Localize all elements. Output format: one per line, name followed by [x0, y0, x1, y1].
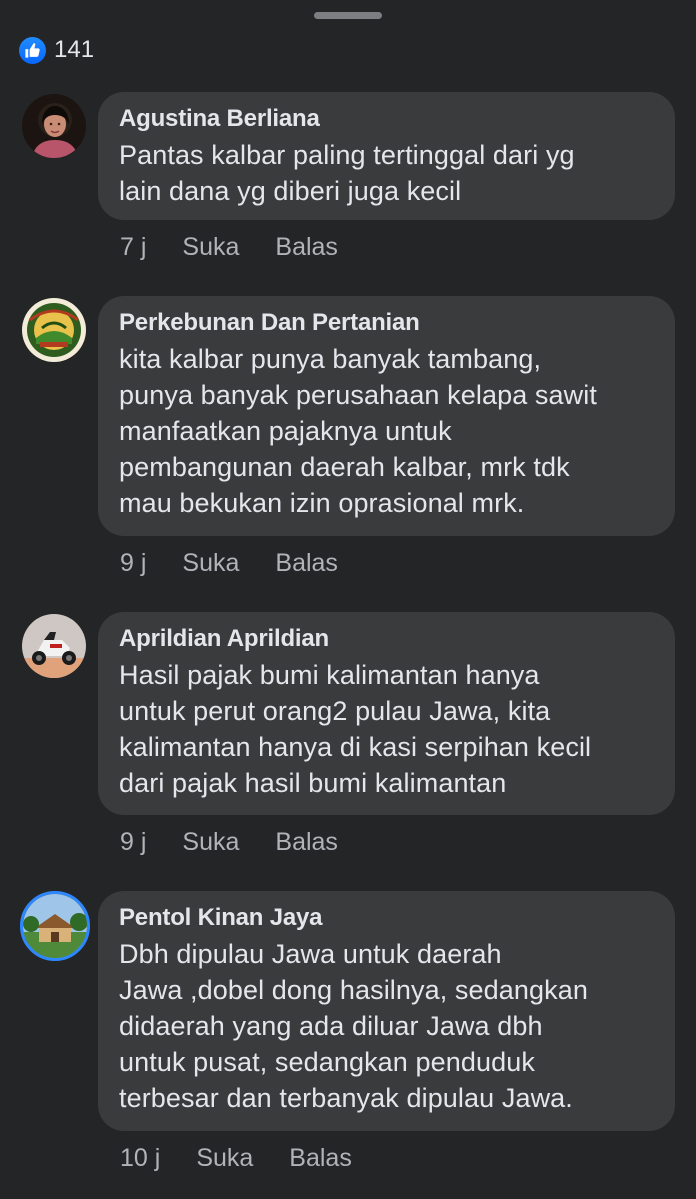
comment-text: kita kalbar punya banyak tambang, punya … — [119, 344, 597, 518]
comment-text: Pantas kalbar paling tertinggal dari yg … — [119, 140, 575, 206]
sheet-drag-handle[interactable] — [314, 12, 382, 19]
comment-author[interactable]: Agustina Berliana — [119, 104, 655, 134]
reply-button[interactable]: Balas — [275, 549, 338, 578]
reaction-count: 141 — [54, 36, 95, 63]
comment-actions: 10 j Suka Balas — [120, 1142, 352, 1174]
comment-bubble[interactable]: Aprildian Aprildian Hasil pajak bumi kal… — [98, 612, 675, 815]
comment-time[interactable]: 9 j — [120, 549, 146, 578]
comment-time[interactable]: 7 j — [120, 233, 146, 262]
comment-author[interactable]: Aprildian Aprildian — [119, 624, 655, 654]
avatar[interactable] — [22, 614, 86, 678]
like-button[interactable]: Suka — [182, 828, 239, 857]
like-button[interactable]: Suka — [196, 1144, 253, 1173]
comment-bubble[interactable]: Perkebunan Dan Pertanian kita kalbar pun… — [98, 296, 675, 536]
comment-text: Hasil pajak bumi kalimantan hanya untuk … — [119, 660, 592, 798]
comment-actions: 7 j Suka Balas — [120, 231, 338, 263]
like-button[interactable]: Suka — [182, 233, 239, 262]
comment-time[interactable]: 10 j — [120, 1144, 160, 1173]
reply-button[interactable]: Balas — [275, 828, 338, 857]
like-button[interactable]: Suka — [182, 549, 239, 578]
thumbs-up-icon — [19, 36, 46, 64]
comment-actions: 9 j Suka Balas — [120, 547, 338, 579]
reaction-summary[interactable]: 141 — [19, 35, 94, 65]
avatar[interactable] — [22, 94, 86, 158]
comment-time[interactable]: 9 j — [120, 828, 146, 857]
comment-bubble[interactable]: Pentol Kinan Jaya Dbh dipulau Jawa untuk… — [98, 891, 675, 1131]
comments-sheet: 141 Agustina Berliana Pantas kalbar pali… — [0, 0, 696, 1199]
reply-button[interactable]: Balas — [289, 1144, 352, 1173]
comment-actions: 9 j Suka Balas — [120, 826, 338, 858]
avatar-with-story-ring[interactable] — [20, 891, 90, 961]
reply-button[interactable]: Balas — [275, 233, 338, 262]
comment-author[interactable]: Perkebunan Dan Pertanian — [119, 308, 655, 338]
avatar[interactable] — [22, 298, 86, 362]
comment-bubble[interactable]: Agustina Berliana Pantas kalbar paling t… — [98, 92, 675, 220]
comment-text: Dbh dipulau Jawa untuk daerah Jawa ,dobe… — [119, 939, 588, 1113]
comment-author[interactable]: Pentol Kinan Jaya — [119, 903, 655, 933]
